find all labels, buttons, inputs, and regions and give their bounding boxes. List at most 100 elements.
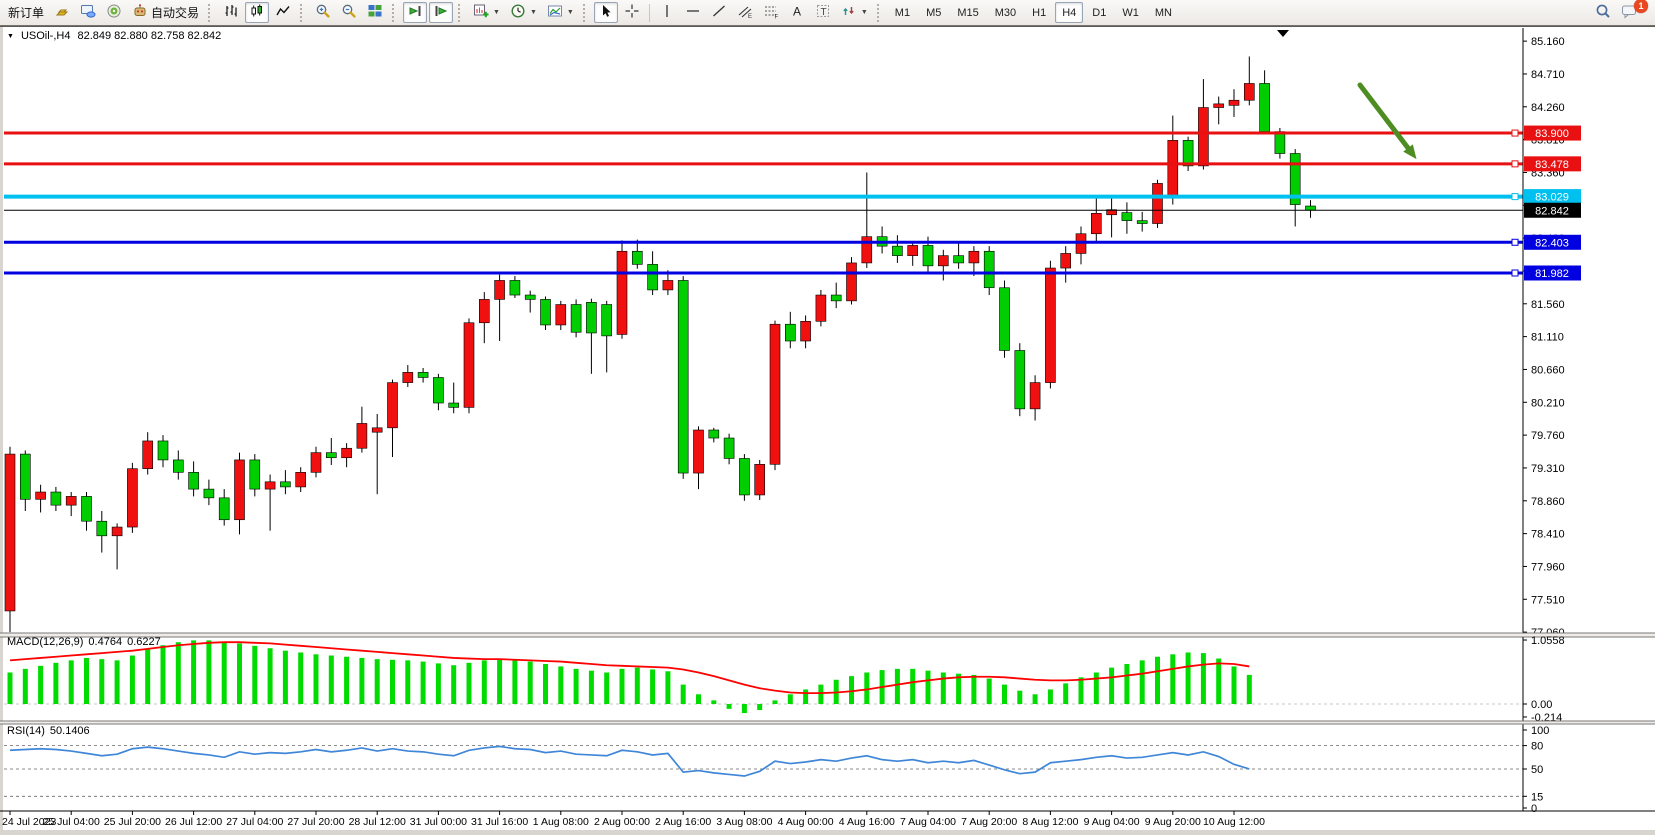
robot-icon [132,3,148,22]
zoom-out-button[interactable] [337,2,361,23]
label-button[interactable]: T [811,2,835,23]
svg-text:3 Aug 08:00: 3 Aug 08:00 [716,816,772,828]
chart-shift-button[interactable] [429,2,453,23]
chevron-down-icon: ▼ [567,9,574,16]
svg-text:83.900: 83.900 [1535,128,1569,140]
chart-title: ▼ USOil-,H4 82.849 82.880 82.758 82.842 [7,30,221,42]
text-button[interactable]: A [785,2,809,23]
chevron-down-icon: ▼ [493,9,500,16]
chart-bars-button[interactable] [219,2,243,23]
timeframe-mn[interactable]: MN [1148,2,1179,23]
signals-button[interactable] [102,2,126,23]
svg-text:2 Aug 00:00: 2 Aug 00:00 [594,816,650,828]
svg-text:83.029: 83.029 [1535,192,1569,204]
svg-text:100: 100 [1531,725,1549,737]
svg-text:80.660: 80.660 [1531,364,1565,376]
timeframe-m1[interactable]: M1 [888,2,917,23]
svg-text:31 Jul 00:00: 31 Jul 00:00 [410,816,467,828]
svg-text:A: A [793,5,801,19]
svg-text:85.160: 85.160 [1531,36,1565,48]
timeframe-h1[interactable]: H1 [1025,2,1053,23]
svg-text:25 Jul 04:00: 25 Jul 04:00 [43,816,100,828]
svg-text:81.560: 81.560 [1531,299,1565,311]
vertical-line-icon [659,3,675,22]
toolbar-grip [208,4,213,22]
horizontal-line-button[interactable] [681,2,705,23]
svg-text:2 Aug 16:00: 2 Aug 16:00 [655,816,711,828]
new-chart-icon [473,3,489,22]
text-label-icon: T [815,3,831,22]
svg-text:79.760: 79.760 [1531,430,1565,442]
periods-button[interactable]: ▼ [506,2,541,23]
bar-chart-icon [223,3,239,22]
price-chart-canvas[interactable]: 85.16084.71084.26083.81083.36082.91082.4… [0,26,1655,835]
svg-text:E: E [748,14,752,19]
vertical-line-button[interactable] [655,2,679,23]
deposit-button[interactable] [50,2,74,23]
signal-icon [106,3,122,22]
rsi-name: RSI(14) [7,725,45,737]
autoscroll-icon [407,3,423,22]
svg-text:25 Jul 20:00: 25 Jul 20:00 [104,816,161,828]
clock-icon [510,3,526,22]
search-button[interactable] [1591,2,1615,23]
timeframe-m30[interactable]: M30 [988,2,1023,23]
symbol-period-label: USOil-,H4 [21,30,71,42]
chart-candles-button[interactable] [245,2,269,23]
new-order-button[interactable]: 新订单 [4,2,48,23]
fibonacci-icon: F [763,3,779,22]
toolbar-grip [877,4,882,22]
arrows-button[interactable]: ▼ [837,2,872,23]
svg-text:27 Jul 20:00: 27 Jul 20:00 [287,816,344,828]
toolbar-grip [458,4,463,22]
autoscroll-button[interactable] [403,2,427,23]
toolbar-grip [300,4,305,22]
template-icon [547,3,563,22]
svg-text:0.00: 0.00 [1531,699,1552,711]
new-chart-button[interactable]: ▼ [469,2,504,23]
svg-text:4 Aug 16:00: 4 Aug 16:00 [839,816,895,828]
svg-text:80.210: 80.210 [1531,397,1565,409]
line-end-handle [1512,194,1518,200]
zoom-out-icon [341,3,357,22]
svg-text:81.982: 81.982 [1535,268,1569,280]
crosshair-button[interactable] [620,2,644,23]
svg-text:80: 80 [1531,741,1543,753]
line-chart-icon [275,3,291,22]
notifications-button[interactable]: 1 [1617,2,1642,23]
timeframe-m5[interactable]: M5 [919,2,948,23]
cursor-button[interactable] [594,2,618,23]
timeframe-m15[interactable]: M15 [950,2,985,23]
templates-button[interactable]: ▼ [543,2,578,23]
zoom-in-button[interactable] [311,2,335,23]
autotrade-button[interactable]: 自动交易 [128,2,203,23]
line-end-handle [1512,239,1518,245]
fibonacci-button[interactable]: F [759,2,783,23]
svg-text:27 Jul 04:00: 27 Jul 04:00 [226,816,283,828]
svg-text:84.710: 84.710 [1531,69,1565,81]
arrows-icon [841,3,857,22]
chart-line-button[interactable] [271,2,295,23]
candlestick-icon [249,3,265,22]
monitor-cloud-icon [80,3,96,22]
svg-text:82.842: 82.842 [1535,205,1569,217]
channel-button[interactable]: E [733,2,757,23]
svg-text:50: 50 [1531,764,1543,776]
timeframe-h4[interactable]: H4 [1055,2,1083,23]
rsi-value: 50.1406 [50,725,90,737]
cursor-icon [598,3,614,22]
svg-text:7 Aug 04:00: 7 Aug 04:00 [900,816,956,828]
webtrader-button[interactable] [76,2,100,23]
timeframe-w1[interactable]: W1 [1115,2,1146,23]
toolbar-grip [583,4,588,22]
trendline-button[interactable] [707,2,731,23]
macd-main-value: 0.4764 [88,636,122,648]
text-icon: A [789,3,805,22]
timeframe-d1[interactable]: D1 [1085,2,1113,23]
svg-text:79.310: 79.310 [1531,463,1565,475]
tile-windows-button[interactable] [363,2,387,23]
svg-text:4 Aug 00:00: 4 Aug 00:00 [778,816,834,828]
trendline-icon [711,3,727,22]
collapse-arrow-icon[interactable]: ▼ [7,33,14,40]
horizontal-line-icon [685,3,701,22]
